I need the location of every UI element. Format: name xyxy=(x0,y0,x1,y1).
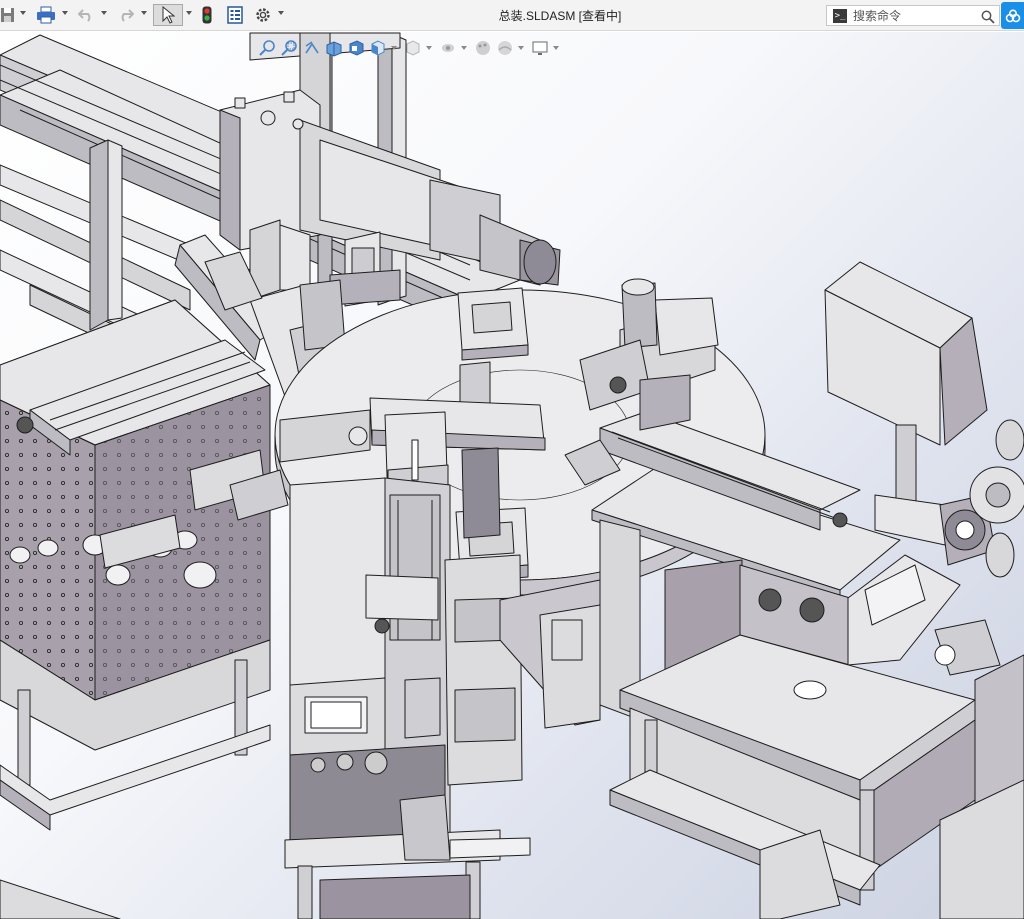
view-settings-dropdown-icon[interactable] xyxy=(553,46,559,50)
solidworks-window: 总装.SLDASM [查看中] >_ xyxy=(0,0,1024,919)
redo-dropdown-icon[interactable] xyxy=(141,11,147,15)
graphics-area[interactable] xyxy=(0,32,1024,919)
undo-icon[interactable] xyxy=(76,4,96,26)
view-settings-icon[interactable] xyxy=(530,38,550,58)
dynamic-annotation-icon[interactable] xyxy=(346,38,366,58)
view-orientation-dropdown-icon[interactable] xyxy=(391,46,397,50)
rebuild-icon[interactable] xyxy=(198,4,216,26)
save-dropdown-icon[interactable] xyxy=(20,11,26,15)
file-properties-icon[interactable] xyxy=(224,4,246,26)
options-icon[interactable] xyxy=(252,4,274,26)
select-dropdown-icon[interactable] xyxy=(186,11,192,15)
zoom-to-fit-icon[interactable] xyxy=(258,38,278,58)
display-style-icon[interactable] xyxy=(403,38,423,58)
document-title: 总装.SLDASM [查看中] xyxy=(498,9,622,23)
display-style-dropdown-icon[interactable] xyxy=(426,46,432,50)
print-icon[interactable] xyxy=(34,4,58,26)
left-station xyxy=(0,299,289,919)
command-prompt-icon: >_ xyxy=(833,8,847,23)
heads-up-view-toolbar xyxy=(258,38,563,58)
hmi-monitor xyxy=(824,261,988,511)
select-icon[interactable] xyxy=(153,4,183,26)
hide-show-items-icon[interactable] xyxy=(438,38,458,58)
search-box[interactable]: >_ xyxy=(826,5,1000,26)
hide-show-items-dropdown-icon[interactable] xyxy=(461,46,467,50)
save-icon[interactable] xyxy=(0,4,16,26)
search-icon[interactable] xyxy=(981,9,995,28)
previous-view-icon[interactable] xyxy=(302,38,322,58)
options-dropdown-icon[interactable] xyxy=(278,11,284,15)
assembly-model[interactable] xyxy=(0,32,1024,919)
search-input[interactable] xyxy=(853,8,973,23)
view-orientation-icon[interactable] xyxy=(368,38,388,58)
apply-scene-icon[interactable] xyxy=(495,38,515,58)
cloud-icon[interactable] xyxy=(1001,2,1024,29)
edit-appearance-icon[interactable] xyxy=(473,38,493,58)
zoom-to-area-icon[interactable] xyxy=(280,38,300,58)
title-bar: 总装.SLDASM [查看中] >_ xyxy=(0,0,1024,31)
section-view-icon[interactable] xyxy=(324,38,344,58)
apply-scene-dropdown-icon[interactable] xyxy=(518,46,524,50)
undo-dropdown-icon[interactable] xyxy=(101,11,107,15)
print-dropdown-icon[interactable] xyxy=(62,11,68,15)
redo-icon[interactable] xyxy=(116,4,136,26)
